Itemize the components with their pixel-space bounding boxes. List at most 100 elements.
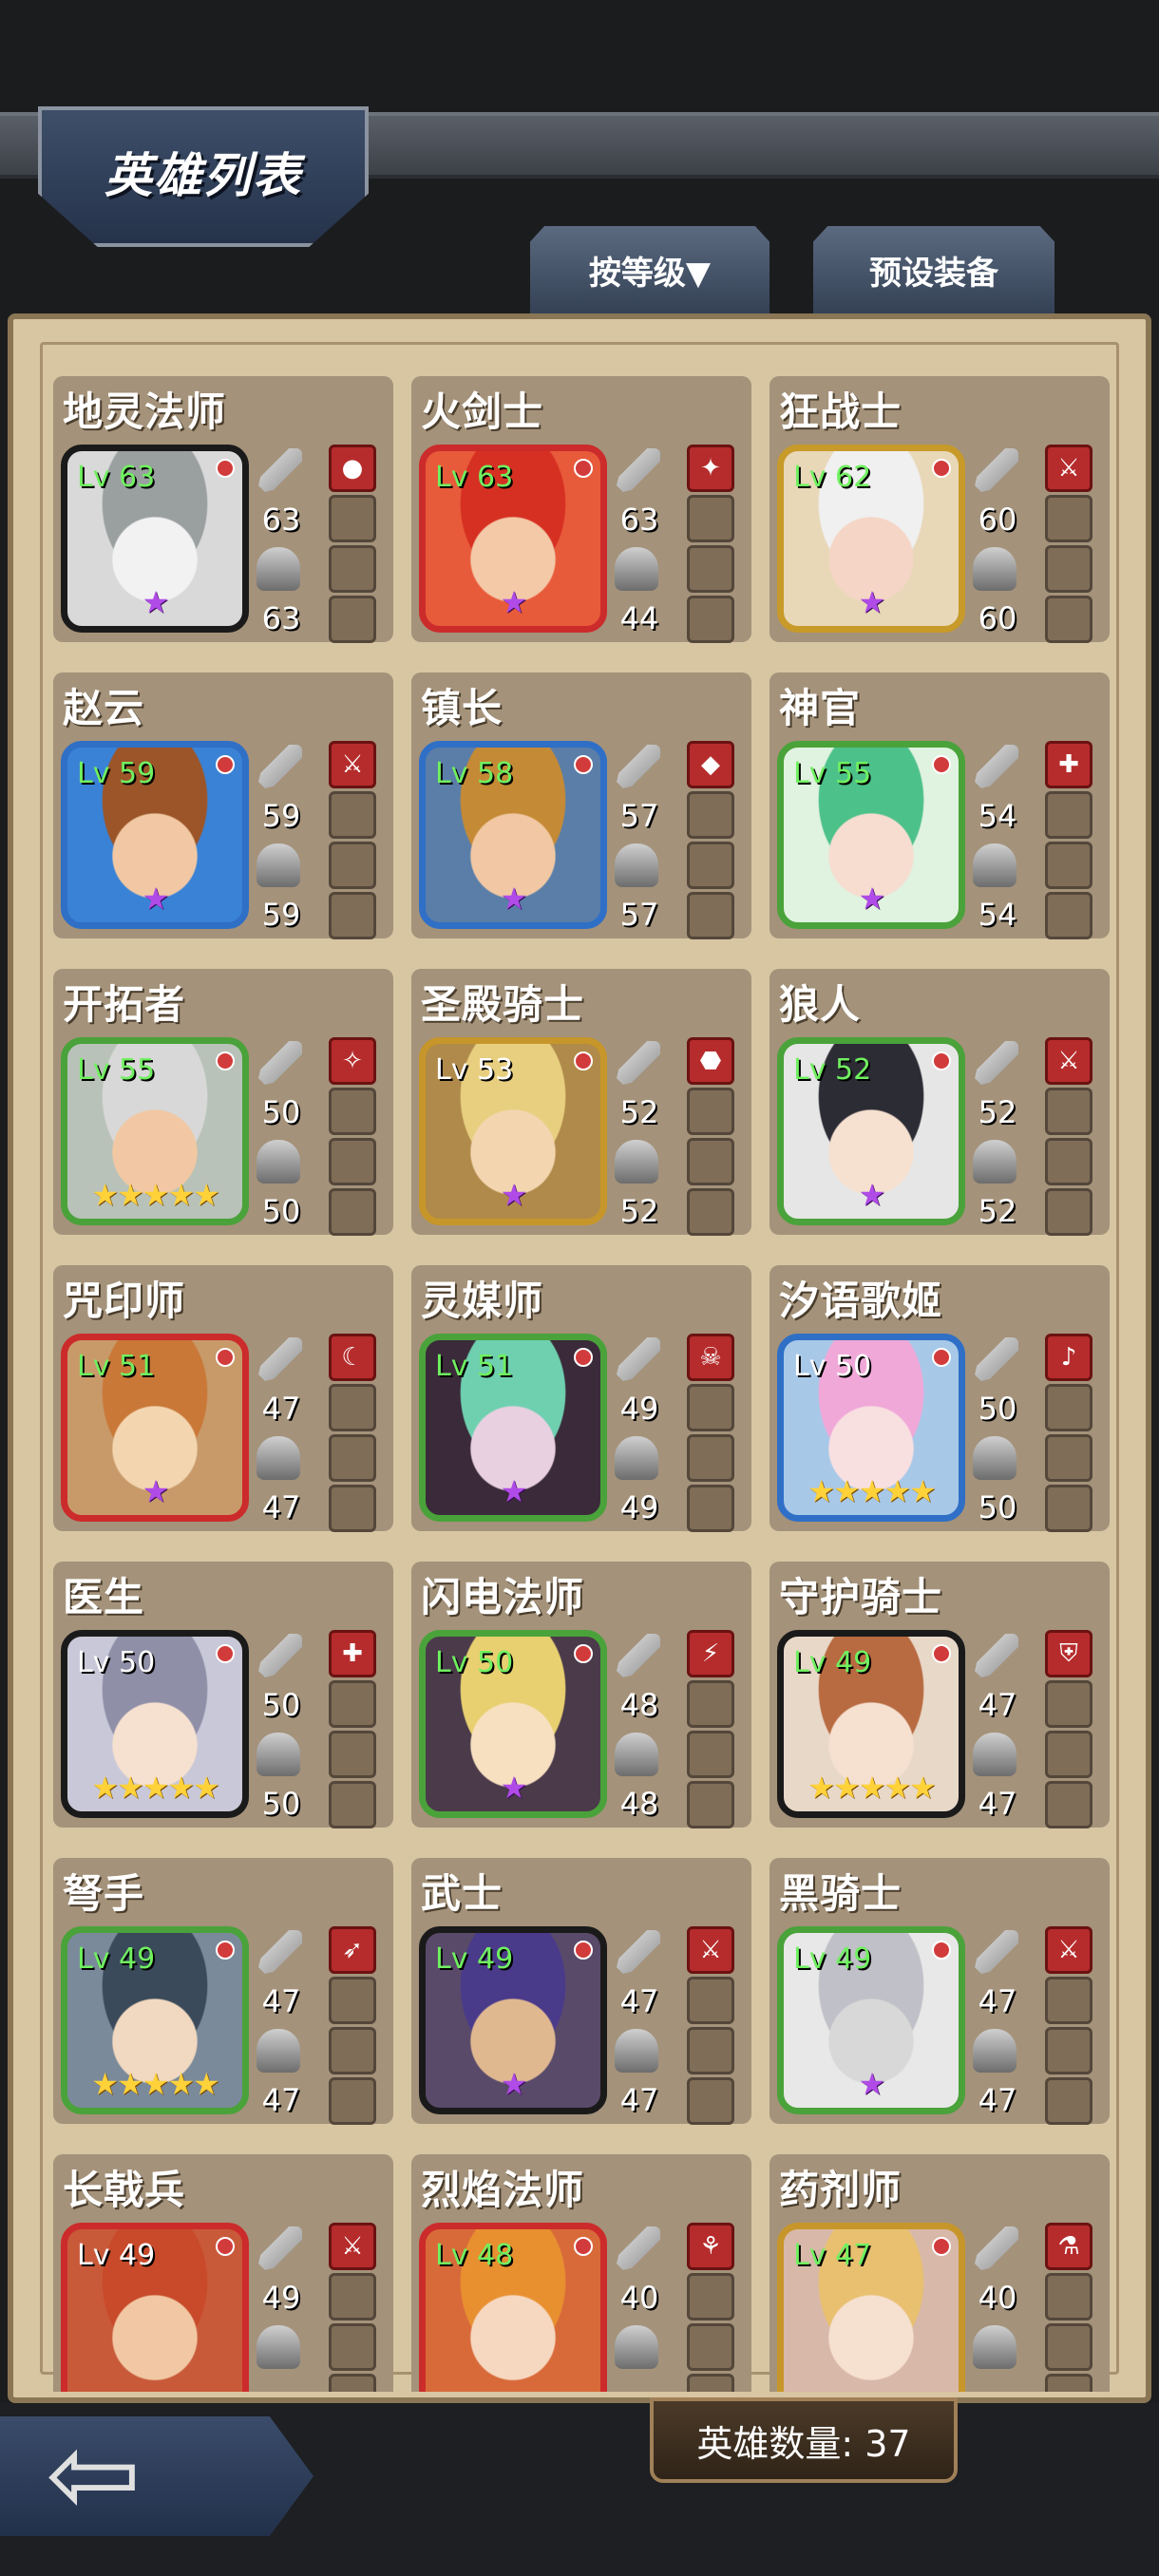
hero-card[interactable]: 神官 Lv 55 ★ 54 54 ✚ [770,672,1110,939]
hero-card[interactable]: 狂战士 Lv 62 ★ 60 60 ⚔ [770,376,1110,643]
equipped-slot[interactable]: ⚘ [687,2223,734,2270]
empty-slot[interactable] [1045,1088,1092,1135]
preset-equipment-tab[interactable]: 预设装备 [813,226,1054,313]
empty-slot[interactable] [1045,545,1092,593]
hero-card[interactable]: 狼人 Lv 52 ★ 52 52 ⚔ [770,969,1110,1236]
hero-portrait[interactable]: Lv 50 ★★★★★ [61,1630,249,1818]
back-arrow-icon[interactable]: ⇦ [46,2418,142,2532]
empty-slot[interactable] [687,842,734,889]
equipped-slot[interactable]: ⚔ [329,741,376,788]
empty-slot[interactable] [329,1188,376,1236]
empty-slot[interactable] [1045,2027,1092,2074]
empty-slot[interactable] [329,1781,376,1828]
equipped-slot[interactable]: ⛨ [1045,1630,1092,1677]
hero-portrait[interactable]: Lv 58 ★ [419,741,607,929]
empty-slot[interactable] [687,1188,734,1236]
empty-slot[interactable] [1045,791,1092,839]
hero-card[interactable]: 医生 Lv 50 ★★★★★ 50 50 ✚ [53,1562,393,1828]
empty-slot[interactable] [329,1384,376,1431]
empty-slot[interactable] [1045,2273,1092,2320]
equipped-slot[interactable]: ⚗ [1045,2223,1092,2270]
equipped-slot[interactable]: ● [329,445,376,492]
empty-slot[interactable] [1045,2374,1092,2392]
equipped-slot[interactable]: ⚡ [687,1630,734,1677]
hero-card[interactable]: 药剂师 Lv 47 40 ⚗ [770,2154,1110,2392]
equipped-slot[interactable]: ◆ [687,741,734,788]
empty-slot[interactable] [687,2374,734,2392]
empty-slot[interactable] [1045,596,1092,643]
empty-slot[interactable] [687,1680,734,1728]
hero-card[interactable]: 守护骑士 Lv 49 ★★★★★ 47 47 ⛨ [770,1562,1110,1828]
hero-card[interactable]: 圣殿骑士 Lv 53 ★ 52 52 ⬣ [411,969,751,1236]
empty-slot[interactable] [687,1434,734,1482]
hero-portrait[interactable]: Lv 49 ★ [777,1926,965,2114]
empty-slot[interactable] [687,2273,734,2320]
equipped-slot[interactable]: ✧ [329,1037,376,1085]
hero-card[interactable]: 地灵法师 Lv 63 ★ 63 63 ● [53,376,393,643]
empty-slot[interactable] [329,1731,376,1778]
empty-slot[interactable] [329,2323,376,2371]
hero-portrait[interactable]: Lv 47 [777,2223,965,2392]
hero-card[interactable]: 开拓者 Lv 55 ★★★★★ 50 50 ✧ [53,969,393,1236]
hero-portrait[interactable]: Lv 53 ★ [419,1037,607,1225]
equipped-slot[interactable]: ✚ [329,1630,376,1677]
hero-portrait[interactable]: Lv 50 ★ [419,1630,607,1818]
equipped-slot[interactable]: ♪ [1045,1334,1092,1381]
hero-card[interactable]: 灵媒师 Lv 51 ★ 49 49 ☠ [411,1265,751,1532]
hero-portrait[interactable]: Lv 51 ★ [61,1334,249,1522]
hero-card[interactable]: 长戟兵 Lv 49 49 ⚔ [53,2154,393,2392]
empty-slot[interactable] [687,1977,734,2024]
empty-slot[interactable] [1045,2323,1092,2371]
empty-slot[interactable] [1045,2077,1092,2125]
hero-portrait[interactable]: Lv 51 ★ [419,1334,607,1522]
equipped-slot[interactable]: ✚ [1045,741,1092,788]
equipped-slot[interactable]: ⚔ [687,1926,734,1974]
hero-card[interactable]: 黑骑士 Lv 49 ★ 47 47 ⚔ [770,1858,1110,2125]
hero-grid[interactable]: 地灵法师 Lv 63 ★ 63 63 ● 火剑士 Lv 63 ★ 63 44 ✦ [53,376,1117,2392]
empty-slot[interactable] [687,1384,734,1431]
hero-card[interactable]: 火剑士 Lv 63 ★ 63 44 ✦ [411,376,751,643]
equipped-slot[interactable]: ➶ [329,1926,376,1974]
equipped-slot[interactable]: ⚔ [1045,445,1092,492]
empty-slot[interactable] [329,495,376,542]
empty-slot[interactable] [329,2077,376,2125]
empty-slot[interactable] [687,1138,734,1185]
empty-slot[interactable] [1045,892,1092,939]
empty-slot[interactable] [329,2273,376,2320]
hero-card[interactable]: 弩手 Lv 49 ★★★★★ 47 47 ➶ [53,1858,393,2125]
empty-slot[interactable] [1045,1731,1092,1778]
empty-slot[interactable] [329,545,376,593]
empty-slot[interactable] [687,1781,734,1828]
hero-portrait[interactable]: Lv 62 ★ [777,445,965,633]
empty-slot[interactable] [329,1088,376,1135]
empty-slot[interactable] [1045,1781,1092,1828]
equipped-slot[interactable]: ⚔ [1045,1037,1092,1085]
empty-slot[interactable] [329,791,376,839]
hero-card[interactable]: 烈焰法师 Lv 48 40 ⚘ [411,2154,751,2392]
empty-slot[interactable] [687,892,734,939]
hero-portrait[interactable]: Lv 49 [61,2223,249,2392]
empty-slot[interactable] [1045,1485,1092,1532]
equipped-slot[interactable]: ⬣ [687,1037,734,1085]
equipped-slot[interactable]: ☠ [687,1334,734,1381]
hero-portrait[interactable]: Lv 49 ★ [419,1926,607,2114]
hero-card[interactable]: 赵云 Lv 59 ★ 59 59 ⚔ [53,672,393,939]
empty-slot[interactable] [687,791,734,839]
hero-portrait[interactable]: Lv 55 ★★★★★ [61,1037,249,1225]
empty-slot[interactable] [687,596,734,643]
hero-card[interactable]: 汐语歌姬 Lv 50 ★★★★★ 50 50 ♪ [770,1265,1110,1532]
hero-card[interactable]: 闪电法师 Lv 50 ★ 48 48 ⚡ [411,1562,751,1828]
empty-slot[interactable] [329,2374,376,2392]
empty-slot[interactable] [687,495,734,542]
empty-slot[interactable] [687,1485,734,1532]
equipped-slot[interactable]: ☾ [329,1334,376,1381]
empty-slot[interactable] [1045,1188,1092,1236]
hero-portrait[interactable]: Lv 55 ★ [777,741,965,929]
hero-card[interactable]: 镇长 Lv 58 ★ 57 57 ◆ [411,672,751,939]
empty-slot[interactable] [687,2077,734,2125]
empty-slot[interactable] [329,2027,376,2074]
hero-portrait[interactable]: Lv 48 [419,2223,607,2392]
hero-portrait[interactable]: Lv 59 ★ [61,741,249,929]
empty-slot[interactable] [329,1977,376,2024]
empty-slot[interactable] [329,596,376,643]
